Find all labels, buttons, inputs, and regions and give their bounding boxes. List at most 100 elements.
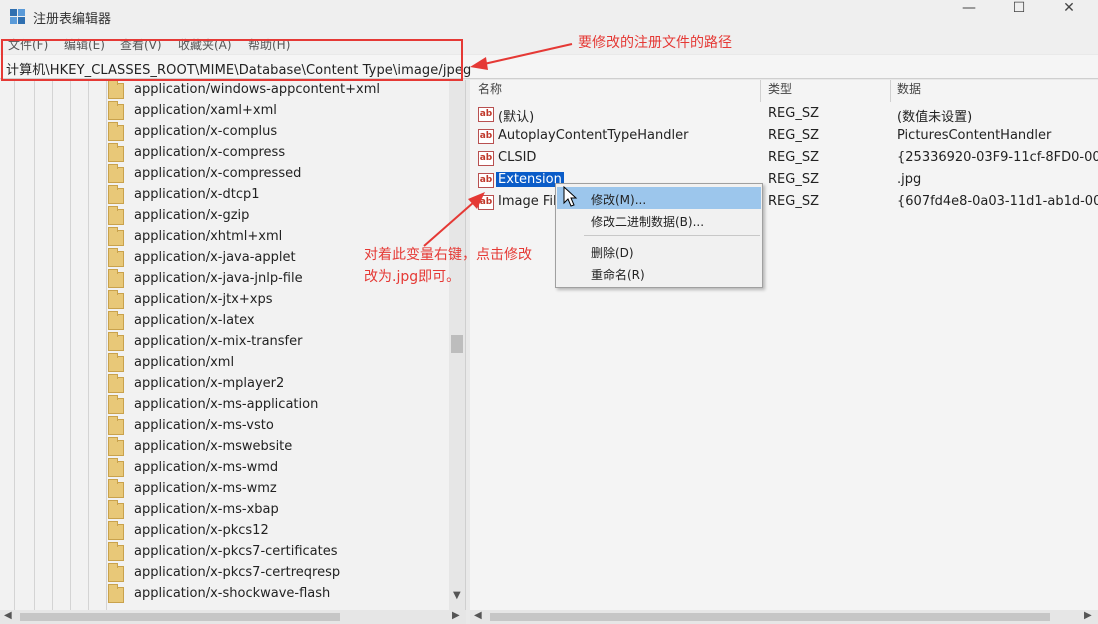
- value-data: {607fd4e8-0a03-11d1-ab1d-00: [897, 194, 1098, 209]
- folder-icon: [108, 542, 124, 561]
- action-annotation-line2: 改为.jpg即可。: [364, 269, 461, 285]
- ctx-modify-label: 修改(M)...: [591, 193, 647, 207]
- value-type: REG_SZ: [768, 106, 819, 121]
- tree-horizontal-scrollbar[interactable]: ◀ ▶: [0, 610, 466, 624]
- folder-icon: [108, 227, 124, 246]
- path-annotation: 要修改的注册文件的路径: [578, 35, 732, 51]
- tree-item-label: application/x-mplayer2: [134, 376, 285, 391]
- tree-item-label: application/windows-appcontent+xml: [134, 82, 380, 97]
- folder-icon: [108, 332, 124, 351]
- close-button[interactable]: ✕: [1046, 0, 1092, 22]
- string-value-icon: ab: [478, 195, 494, 210]
- column-header-data[interactable]: 数据: [897, 80, 921, 97]
- value-type: REG_SZ: [768, 194, 819, 209]
- value-data: {25336920-03F9-11cf-8FD0-00A: [897, 150, 1098, 165]
- ctx-modify-binary[interactable]: 修改二进制数据(B)...: [557, 209, 761, 231]
- ctx-delete[interactable]: 删除(D): [557, 240, 761, 262]
- tree-vertical-scrollbar[interactable]: ▼: [449, 80, 465, 610]
- folder-icon: [108, 563, 124, 582]
- folder-icon: [108, 458, 124, 477]
- tree-item-label: application/x-complus: [134, 124, 278, 139]
- regedit-window: 注册表编辑器 — ☐ ✕ 文件(F) 编辑(E) 查看(V) 收藏夹(A) 帮助…: [0, 0, 1098, 624]
- folder-icon: [108, 206, 124, 225]
- tree-item-label: application/x-java-applet: [134, 250, 296, 265]
- tree-item-label: application/x-mswebsite: [134, 439, 293, 454]
- values-horizontal-scrollbar[interactable]: ◀ ▶: [470, 610, 1098, 624]
- tree-item-label: application/x-pkcs7-certificates: [134, 544, 338, 559]
- tree-item-label: application/xml: [134, 355, 235, 370]
- folder-icon: [108, 416, 124, 435]
- tree-scroll-thumb[interactable]: [451, 335, 463, 353]
- value-type: REG_SZ: [768, 150, 819, 165]
- tree-item-label: application/x-ms-wmz: [134, 481, 277, 496]
- minimize-button[interactable]: —: [946, 0, 992, 22]
- value-name[interactable]: Image Filt: [496, 194, 564, 209]
- scroll-left-icon[interactable]: ◀: [474, 610, 482, 621]
- column-divider[interactable]: [760, 80, 761, 102]
- folder-icon: [108, 374, 124, 393]
- folder-icon: [108, 311, 124, 330]
- value-data: PicturesContentHandler: [897, 128, 1052, 143]
- scroll-left-icon[interactable]: ◀: [4, 610, 12, 621]
- value-data: (数值未设置): [897, 110, 973, 125]
- tree-hscroll-thumb[interactable]: [20, 613, 340, 621]
- tree-item-label: application/x-mix-transfer: [134, 334, 303, 349]
- registry-values-pane: 名称 类型 数据 ab (默认) REG_SZ (数值未设置) ab AutoplayCo…: [470, 80, 1098, 610]
- tree-item-label: application/x-java-jnlp-file: [134, 271, 303, 286]
- tree-item-label: application/x-pkcs7-certreqresp: [134, 565, 341, 580]
- string-value-icon: ab: [478, 151, 494, 166]
- value-name[interactable]: (默认): [496, 106, 536, 125]
- ctx-delete-label: 删除(D): [591, 246, 634, 260]
- folder-icon: [108, 80, 124, 99]
- mouse-cursor-icon: [563, 186, 578, 207]
- folder-icon: [108, 185, 124, 204]
- column-header-type[interactable]: 类型: [768, 80, 792, 97]
- tree-item-label: application/x-ms-wmd: [134, 460, 279, 475]
- value-data: .jpg: [897, 172, 922, 187]
- tree-item-label: application/x-compressed: [134, 166, 302, 181]
- folder-icon: [108, 395, 124, 414]
- value-row[interactable]: ab CLSID REG_SZ {25336920-03F9-11cf-8FD0-00…: [470, 148, 1098, 170]
- action-annotation-line1: 对着此变量右键，点击修改: [364, 247, 532, 263]
- folder-icon: [108, 437, 124, 456]
- folder-icon: [108, 122, 124, 141]
- ctx-modify[interactable]: 修改(M)...: [557, 187, 761, 209]
- value-name[interactable]: AutoplayContentTypeHandler: [496, 128, 690, 143]
- column-divider[interactable]: [890, 80, 891, 102]
- tree-item-label: application/x-jtx+xps: [134, 292, 273, 307]
- menu-separator: [584, 235, 760, 236]
- folder-icon: [108, 479, 124, 498]
- tree-item-label: application/x-compress: [134, 145, 286, 160]
- title-bar: 注册表编辑器 — ☐ ✕: [0, 0, 1098, 34]
- tree-item-label: application/x-pkcs12: [134, 523, 269, 538]
- tree-item-label: application/xhtml+xml: [134, 229, 283, 244]
- scroll-down-icon[interactable]: ▼: [453, 590, 461, 601]
- folder-icon: [108, 248, 124, 267]
- values-hscroll-thumb[interactable]: [490, 613, 1050, 621]
- folder-icon: [108, 101, 124, 120]
- value-name[interactable]: Extension: [496, 172, 564, 187]
- tree-item-label: application/x-gzip: [134, 208, 250, 223]
- folder-icon: [108, 584, 124, 603]
- value-row[interactable]: ab AutoplayContentTypeHandler REG_SZ Pictur…: [470, 126, 1098, 148]
- ctx-rename[interactable]: 重命名(R): [557, 262, 761, 284]
- window-title: 注册表编辑器: [33, 12, 112, 27]
- folder-icon: [108, 290, 124, 309]
- regedit-app-icon: [10, 9, 26, 25]
- scroll-right-icon[interactable]: ▶: [1084, 610, 1092, 621]
- maximize-button[interactable]: ☐: [996, 0, 1042, 22]
- string-value-icon: ab: [478, 173, 494, 188]
- folder-icon: [108, 164, 124, 183]
- column-header-name[interactable]: 名称: [478, 80, 502, 97]
- value-row[interactable]: ab (默认) REG_SZ (数值未设置): [470, 104, 1098, 126]
- folder-icon: [108, 143, 124, 162]
- value-name[interactable]: CLSID: [496, 150, 538, 165]
- scroll-right-icon[interactable]: ▶: [452, 610, 460, 621]
- ctx-rename-label: 重命名(R): [591, 268, 645, 282]
- folder-icon: [108, 500, 124, 519]
- path-highlight-box: [1, 39, 463, 81]
- value-type: REG_SZ: [768, 172, 819, 187]
- tree-item-label: application/x-ms-vsto: [134, 418, 274, 433]
- registry-key-tree[interactable]: application/windows-appcontent+xml applic…: [0, 80, 466, 610]
- folder-icon: [108, 269, 124, 288]
